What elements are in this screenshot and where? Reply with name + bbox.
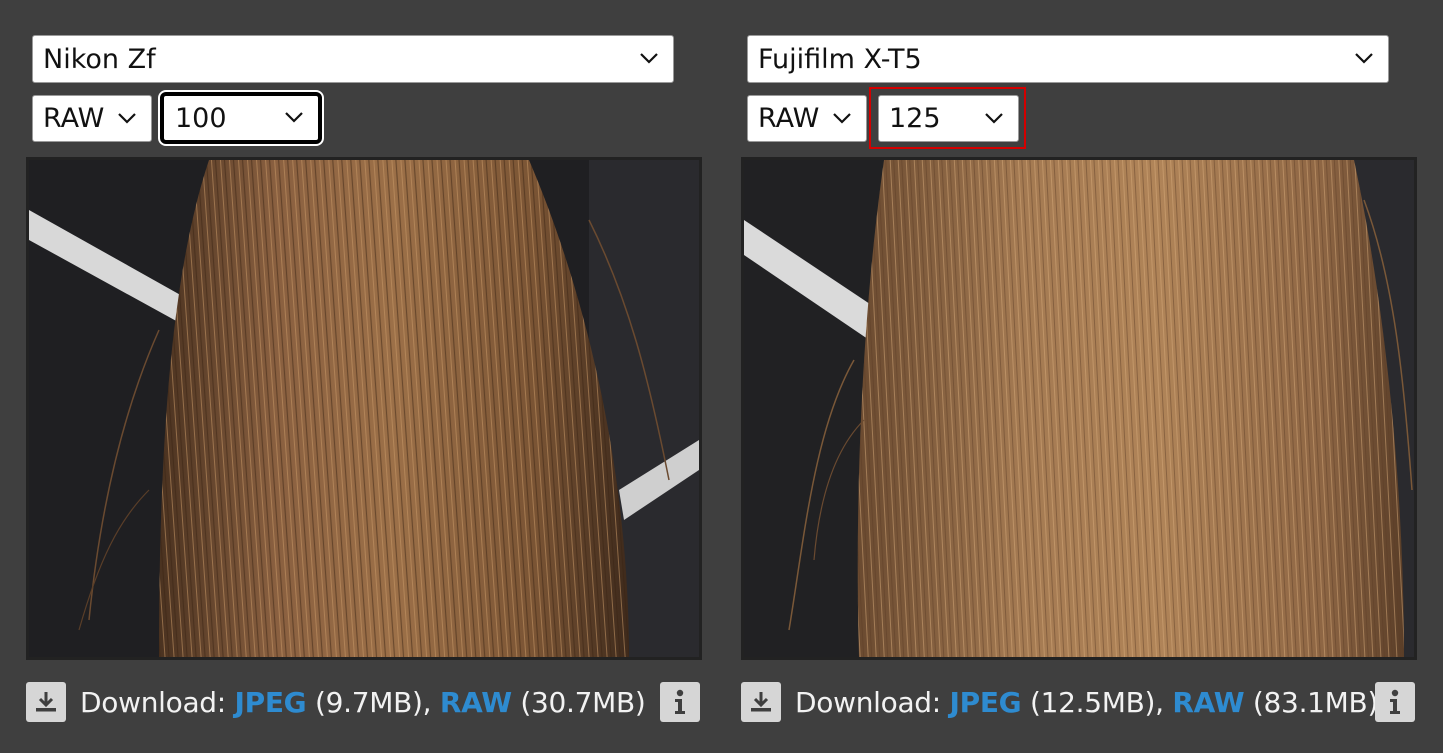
format-select[interactable]: RAW	[747, 95, 867, 142]
iso-select[interactable]: 100	[160, 92, 322, 144]
jpeg-size: (9.7MB),	[306, 685, 440, 719]
download-row: Download: JPEG (12.5MB), RAW (83.1MB)	[741, 680, 1417, 724]
sample-image[interactable]	[741, 157, 1417, 660]
download-icon[interactable]	[741, 682, 781, 722]
raw-size: (30.7MB)	[511, 685, 646, 719]
iso-select-value: 125	[889, 103, 941, 134]
iso-select[interactable]: 125	[878, 95, 1019, 142]
info-icon[interactable]	[660, 682, 700, 722]
sample-image[interactable]	[26, 157, 702, 660]
format-select[interactable]: RAW	[32, 95, 152, 142]
info-icon[interactable]	[1375, 682, 1415, 722]
chevron-down-icon	[833, 112, 851, 124]
format-select-value: RAW	[758, 103, 820, 134]
right-comparison-panel: Fujifilm X-T5 RAW 125 Download: JPEG (12…	[741, 0, 1421, 753]
chevron-down-icon	[285, 112, 303, 123]
raw-download-link[interactable]: RAW	[1172, 686, 1244, 719]
chevron-down-icon	[1355, 53, 1373, 64]
camera-select-value: Fujifilm X-T5	[758, 43, 922, 75]
download-label: Download:	[795, 685, 950, 719]
camera-select[interactable]: Nikon Zf	[32, 35, 674, 83]
format-select-value: RAW	[43, 103, 105, 134]
camera-select-value: Nikon Zf	[43, 43, 156, 75]
chevron-down-icon	[985, 112, 1003, 124]
raw-size: (83.1MB)	[1244, 685, 1379, 719]
download-row: Download: JPEG (9.7MB), RAW (30.7MB)	[26, 680, 702, 724]
jpeg-size: (12.5MB),	[1021, 685, 1173, 719]
raw-download-link[interactable]: RAW	[440, 686, 512, 719]
left-comparison-panel: Nikon Zf RAW 100 Download: JPEG (9.7MB),…	[26, 0, 706, 753]
camera-select[interactable]: Fujifilm X-T5	[747, 35, 1389, 83]
jpeg-download-link[interactable]: JPEG	[235, 686, 307, 719]
jpeg-download-link[interactable]: JPEG	[950, 686, 1022, 719]
iso-select-value: 100	[175, 102, 227, 134]
hair-sample-photo	[29, 160, 699, 657]
chevron-down-icon	[640, 53, 658, 64]
download-label: Download:	[80, 685, 235, 719]
download-icon[interactable]	[26, 682, 66, 722]
chevron-down-icon	[118, 112, 136, 124]
hair-sample-photo	[744, 160, 1414, 657]
